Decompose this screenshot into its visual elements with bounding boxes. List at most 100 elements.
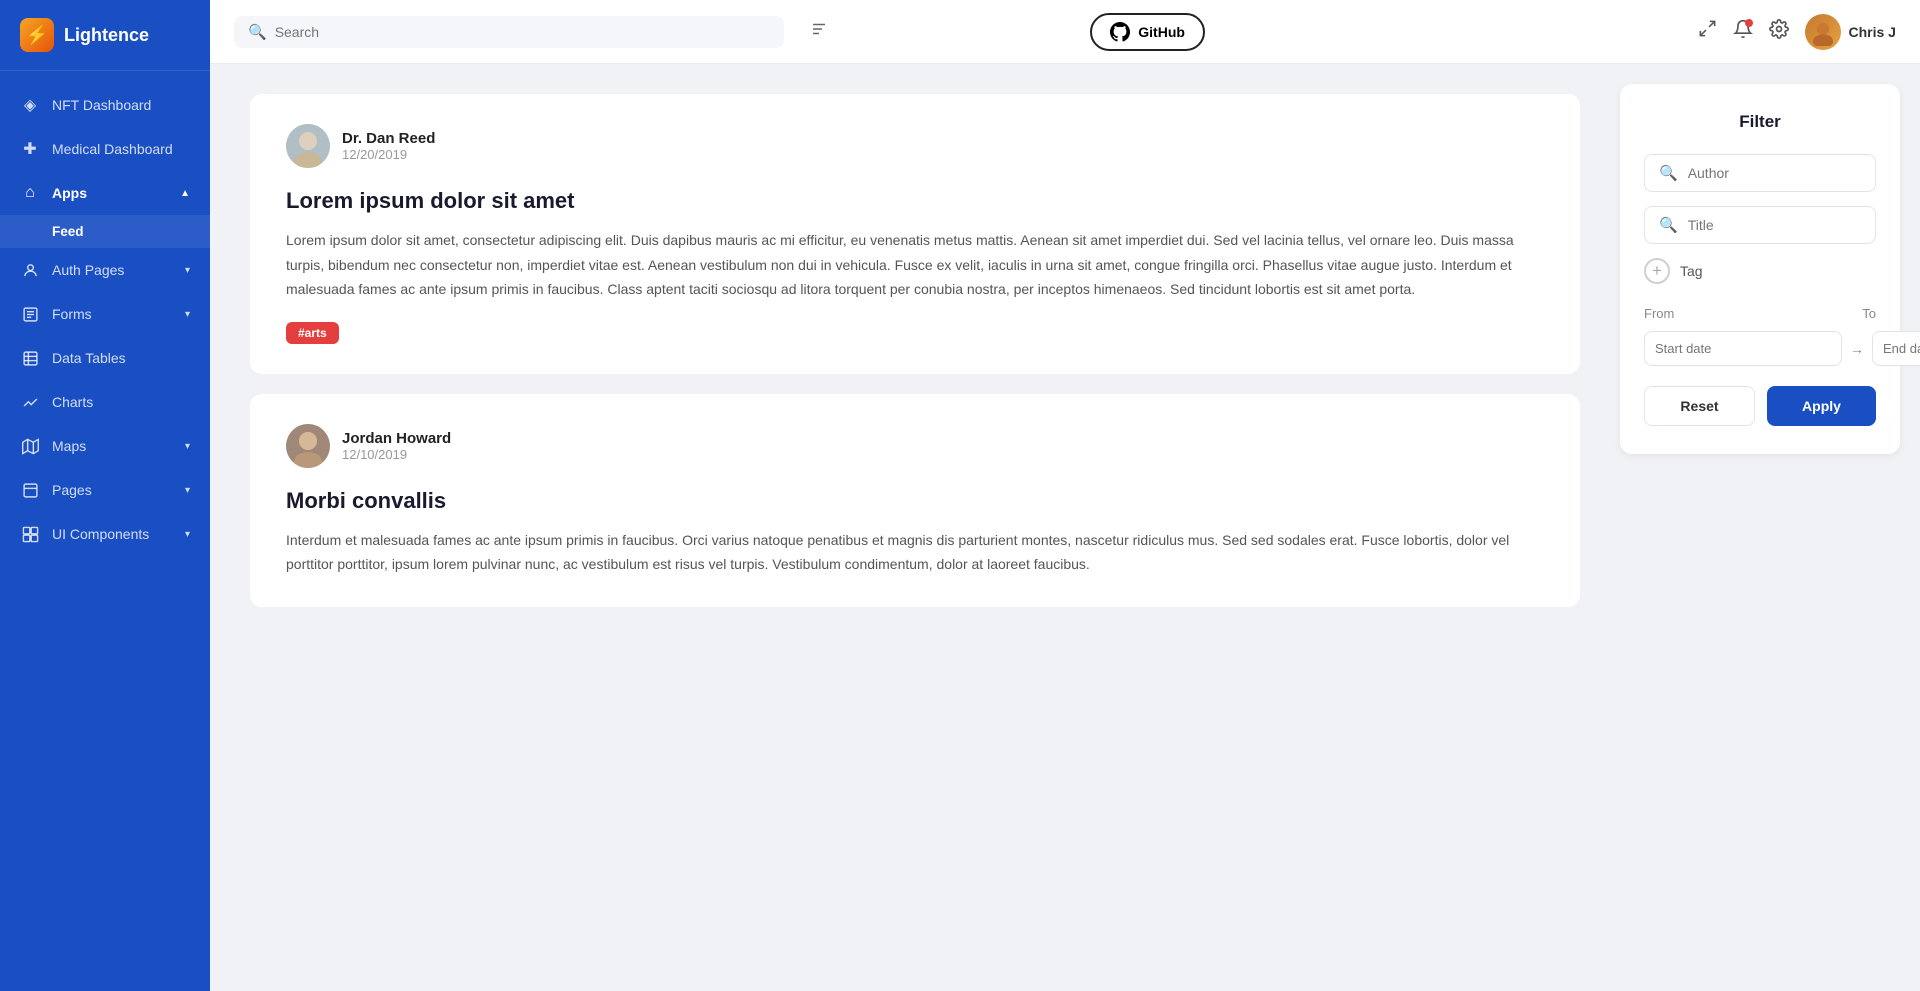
sidebar-item-auth-pages[interactable]: Auth Pages ▾	[0, 248, 210, 292]
sidebar-item-nft-dashboard[interactable]: ◈ NFT Dashboard	[0, 83, 210, 127]
date-arrow-icon: →	[1850, 341, 1864, 357]
auth-pages-icon	[20, 260, 40, 280]
settings-button[interactable]	[1769, 19, 1789, 45]
filter-toggle-button[interactable]	[800, 16, 838, 47]
content-area: Dr. Dan Reed 12/20/2019 Lorem ipsum dolo…	[210, 64, 1920, 991]
sidebar-item-data-tables[interactable]: Data Tables	[0, 336, 210, 380]
article-title: Lorem ipsum dolor sit amet	[286, 188, 1544, 214]
sidebar-item-medical-dashboard[interactable]: ✚ Medical Dashboard	[0, 127, 210, 171]
author-info: Jordan Howard 12/10/2019	[342, 430, 451, 462]
article-tags: #arts	[286, 322, 1544, 344]
filter-actions: Reset Apply	[1644, 386, 1876, 426]
article-card: Jordan Howard 12/10/2019 Morbi convallis…	[250, 394, 1580, 607]
data-tables-icon	[20, 348, 40, 368]
fullscreen-button[interactable]	[1698, 19, 1717, 44]
author-info: Dr. Dan Reed 12/20/2019	[342, 130, 435, 162]
apps-icon: ⌂	[20, 183, 40, 203]
search-icon: 🔍	[248, 23, 267, 41]
author-name: Jordan Howard	[342, 430, 451, 447]
sidebar-item-feed[interactable]: Feed	[0, 215, 210, 248]
search-bar[interactable]: 🔍	[234, 16, 784, 48]
pages-icon	[20, 480, 40, 500]
nft-dashboard-icon: ◈	[20, 95, 40, 115]
pages-chevron-icon: ▾	[185, 485, 190, 496]
maps-icon	[20, 436, 40, 456]
sidebar-item-apps[interactable]: ⌂ Apps ▲	[0, 171, 210, 215]
search-input[interactable]	[275, 24, 770, 40]
apply-button[interactable]: Apply	[1767, 386, 1876, 426]
sidebar-item-label: Forms	[52, 306, 92, 322]
sidebar-item-ui-components[interactable]: UI Components ▾	[0, 512, 210, 556]
filter-panel: Filter 🔍 🔍 + Tag From To →	[1620, 84, 1900, 454]
sidebar-item-label: Maps	[52, 438, 86, 454]
title-filter-input[interactable]	[1688, 217, 1861, 233]
forms-icon	[20, 304, 40, 324]
author-avatar	[286, 124, 330, 168]
from-label: From	[1644, 306, 1674, 321]
notification-dot	[1745, 19, 1753, 27]
sidebar-item-forms[interactable]: Forms ▾	[0, 292, 210, 336]
user-profile[interactable]: Chris J	[1805, 14, 1896, 50]
sidebar-logo[interactable]: ⚡ Lightence	[0, 0, 210, 71]
medical-dashboard-icon: ✚	[20, 139, 40, 159]
header-right: Chris J	[1698, 14, 1896, 50]
tag-add-row[interactable]: + Tag	[1644, 258, 1876, 284]
apps-chevron-icon: ▲	[180, 188, 190, 199]
charts-icon	[20, 392, 40, 412]
author-date: 12/10/2019	[342, 447, 451, 462]
author-name: Dr. Dan Reed	[342, 130, 435, 147]
logo-text: Lightence	[64, 25, 149, 46]
github-button[interactable]: GitHub	[1090, 13, 1205, 51]
author-row: Dr. Dan Reed 12/20/2019	[286, 124, 1544, 168]
tag-label: Tag	[1680, 263, 1703, 279]
author-avatar	[286, 424, 330, 468]
sidebar-item-maps[interactable]: Maps ▾	[0, 424, 210, 468]
ui-components-chevron-icon: ▾	[185, 529, 190, 540]
author-date: 12/20/2019	[342, 147, 435, 162]
avatar	[1805, 14, 1841, 50]
tag-plus-icon: +	[1644, 258, 1670, 284]
title-filter-field[interactable]: 🔍	[1644, 206, 1876, 244]
date-range-labels: From To	[1644, 306, 1876, 321]
user-name: Chris J	[1849, 24, 1896, 40]
sidebar-item-label: Pages	[52, 482, 92, 498]
sidebar-item-label: Data Tables	[52, 350, 126, 366]
author-search-icon: 🔍	[1659, 164, 1678, 182]
author-row: Jordan Howard 12/10/2019	[286, 424, 1544, 468]
sidebar: ⚡ Lightence ◈ NFT Dashboard ✚ Medical Da…	[0, 0, 210, 991]
filter-title: Filter	[1644, 112, 1876, 132]
feed-label: Feed	[52, 224, 84, 239]
ui-components-icon	[20, 524, 40, 544]
article-card: Dr. Dan Reed 12/20/2019 Lorem ipsum dolo…	[250, 94, 1580, 374]
sidebar-item-label: UI Components	[52, 526, 149, 542]
article-body: Interdum et malesuada fames ac ante ipsu…	[286, 528, 1544, 577]
sidebar-item-label: Apps	[52, 185, 87, 201]
author-filter-input[interactable]	[1688, 165, 1861, 181]
article-title: Morbi convallis	[286, 488, 1544, 514]
github-label: GitHub	[1138, 24, 1185, 40]
logo-icon: ⚡	[20, 18, 54, 52]
to-label: To	[1862, 306, 1876, 321]
start-date-input[interactable]	[1644, 331, 1842, 366]
sidebar-item-charts[interactable]: Charts	[0, 380, 210, 424]
sidebar-item-label: Charts	[52, 394, 93, 410]
sidebar-item-label: NFT Dashboard	[52, 97, 151, 113]
author-filter-field[interactable]: 🔍	[1644, 154, 1876, 192]
article-body: Lorem ipsum dolor sit amet, consectetur …	[286, 228, 1544, 302]
feed-area: Dr. Dan Reed 12/20/2019 Lorem ipsum dolo…	[210, 64, 1620, 991]
header: 🔍 GitHub Chris J	[210, 0, 1920, 64]
notification-button[interactable]	[1733, 19, 1753, 45]
sidebar-item-pages[interactable]: Pages ▾	[0, 468, 210, 512]
auth-chevron-icon: ▾	[185, 265, 190, 276]
sidebar-item-label: Auth Pages	[52, 262, 124, 278]
forms-chevron-icon: ▾	[185, 309, 190, 320]
reset-button[interactable]: Reset	[1644, 386, 1755, 426]
sidebar-item-label: Medical Dashboard	[52, 141, 173, 157]
sidebar-nav: ◈ NFT Dashboard ✚ Medical Dashboard ⌂ Ap…	[0, 71, 210, 991]
date-inputs-row: →	[1644, 331, 1876, 366]
end-date-input[interactable]	[1872, 331, 1920, 366]
tag-badge[interactable]: #arts	[286, 322, 339, 344]
title-search-icon: 🔍	[1659, 216, 1678, 234]
main-content: 🔍 GitHub Chris J	[210, 0, 1920, 991]
maps-chevron-icon: ▾	[185, 441, 190, 452]
